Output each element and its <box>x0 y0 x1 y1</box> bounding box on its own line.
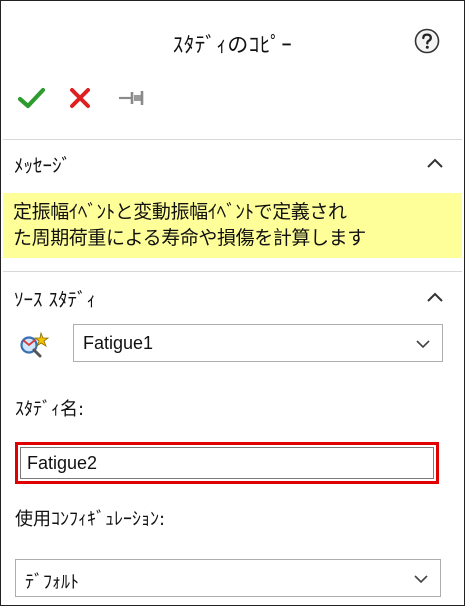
study-name-highlight <box>15 442 439 484</box>
green-check-icon[interactable] <box>15 81 49 115</box>
section-divider <box>3 139 462 140</box>
source-study-row: Fatigue1 <box>15 324 455 364</box>
message-section: ﾒｯｾｰｼﾞ 定振幅ｲﾍﾞﾝﾄと変動振幅ｲﾍﾞﾝﾄで定義され た周期荷重による寿… <box>1 139 464 269</box>
study-name-label: ｽﾀﾃﾞｨ名: <box>15 399 85 420</box>
study-analysis-icon <box>20 331 50 358</box>
source-study-section-header[interactable]: ｿｰｽ ｽﾀﾃﾞｨ <box>1 277 464 321</box>
message-text-line-2: た周期荷重による寿命や損傷を計算します <box>13 227 366 249</box>
chevron-down-icon <box>414 575 428 584</box>
source-study-dropdown[interactable]: Fatigue1 <box>73 324 443 362</box>
source-study-section-title: ｿｰｽ ｽﾀﾃﾞｨ <box>14 289 97 311</box>
chevron-up-icon[interactable] <box>426 157 444 169</box>
source-study-value: Fatigue1 <box>83 333 154 353</box>
property-manager-panel: ｽﾀﾃﾞｨのｺﾋﾟｰ ﾒｯｾｰｼﾞ 定振幅ｲﾍﾞﾝﾄと変動振幅ｲﾍﾞﾝﾄで定義さ… <box>0 0 465 606</box>
red-x-icon[interactable] <box>63 81 97 115</box>
pushpin-icon[interactable] <box>115 81 149 115</box>
message-section-header[interactable]: ﾒｯｾｰｼﾞ <box>1 143 464 187</box>
chevron-down-icon <box>416 340 430 349</box>
panel-header: ｽﾀﾃﾞｨのｺﾋﾟｰ <box>1 1 464 79</box>
panel-title: ｽﾀﾃﾞｨのｺﾋﾟｰ <box>172 33 293 57</box>
configuration-value: ﾃﾞﾌｫﾙﾄ <box>25 572 79 592</box>
question-circle-icon[interactable] <box>414 28 440 54</box>
section-divider <box>3 271 462 272</box>
message-section-title: ﾒｯｾｰｼﾞ <box>14 155 72 177</box>
chevron-up-icon[interactable] <box>426 291 444 303</box>
configuration-dropdown[interactable]: ﾃﾞﾌｫﾙﾄ <box>15 559 441 597</box>
action-toolbar <box>15 81 215 115</box>
message-text-line-1: 定振幅ｲﾍﾞﾝﾄと変動振幅ｲﾍﾞﾝﾄで定義され <box>13 201 347 223</box>
message-text-box: 定振幅ｲﾍﾞﾝﾄと変動振幅ｲﾍﾞﾝﾄで定義され た周期荷重による寿命や損傷を計算… <box>3 193 462 258</box>
configuration-label: 使用ｺﾝﾌｨｷﾞｭﾚｰｼｮﾝ: <box>15 509 166 530</box>
study-name-input[interactable] <box>20 447 434 479</box>
